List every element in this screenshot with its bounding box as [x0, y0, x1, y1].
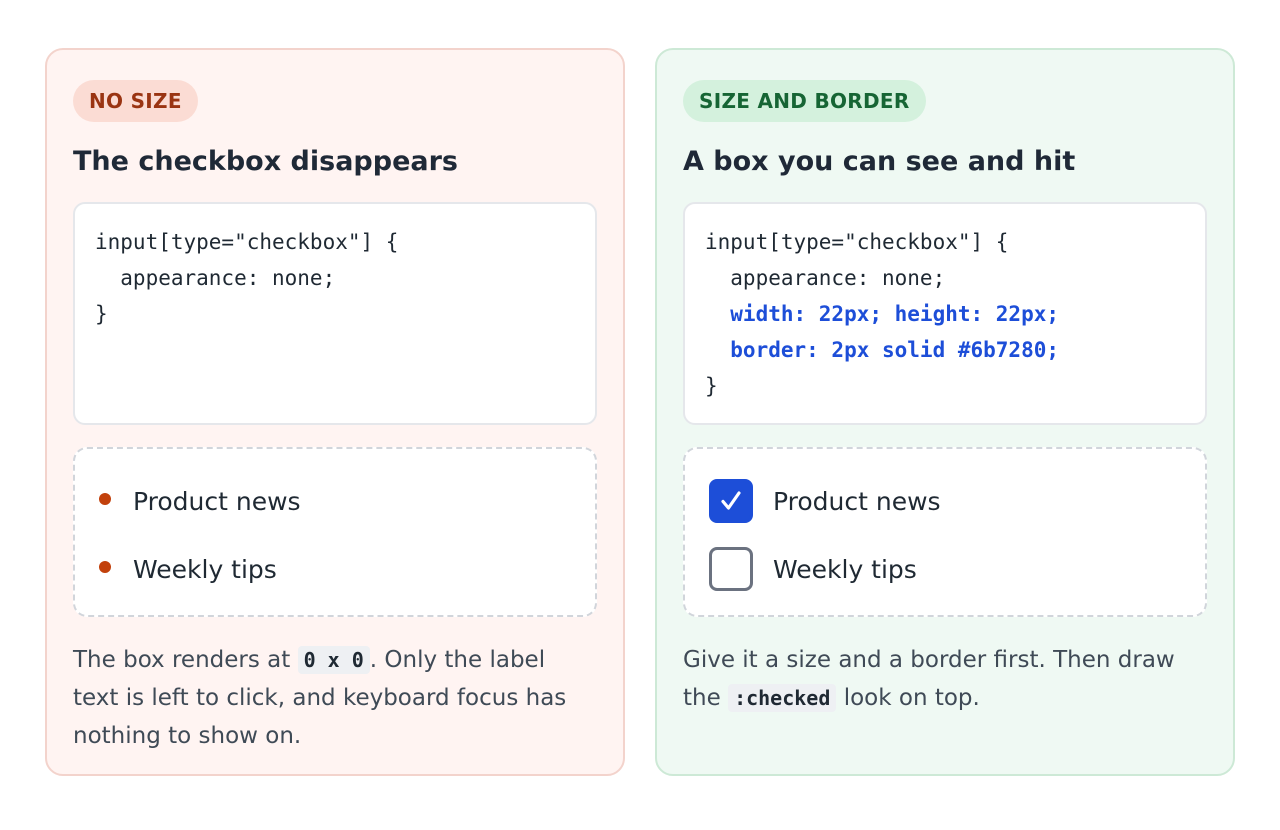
code-line-highlight: width: 22px; height: 22px;	[705, 302, 1060, 326]
code-line: appearance: none;	[95, 266, 336, 290]
checkbox-item[interactable]: Product news	[709, 467, 1205, 535]
note-text: The box renders at	[73, 647, 298, 673]
explanation-text: The box renders at 0 x 0. Only the label…	[73, 641, 597, 755]
item-label[interactable]: Product news	[133, 487, 301, 516]
list-item[interactable]: Weekly tips	[99, 535, 595, 603]
item-label[interactable]: Weekly tips	[773, 555, 917, 584]
code-block: input[type="checkbox"] { appearance: non…	[683, 202, 1207, 425]
size-and-border-badge: SIZE AND BORDER	[683, 80, 926, 122]
code-line: appearance: none;	[705, 266, 946, 290]
no-size-badge: NO SIZE	[73, 80, 198, 122]
bullet-icon	[99, 561, 111, 573]
code-line-highlight: border: 2px solid #6b7280;	[705, 338, 1060, 362]
item-label[interactable]: Weekly tips	[133, 555, 277, 584]
code-line: input[type="checkbox"] {	[95, 230, 399, 254]
no-size-panel: NO SIZE The checkbox disappears input[ty…	[45, 48, 625, 776]
checkbox-unchecked[interactable]	[709, 547, 753, 591]
code-block: input[type="checkbox"] { appearance: non…	[73, 202, 597, 425]
checkbox-item[interactable]: Weekly tips	[709, 535, 1205, 603]
size-and-border-panel: SIZE AND BORDER A box you can see and hi…	[655, 48, 1235, 776]
demo-area: Product news Weekly tips	[683, 447, 1207, 617]
bullet-icon	[99, 493, 111, 505]
code-line: }	[705, 374, 718, 398]
checkmark-icon	[721, 491, 741, 510]
demo-area: Product news Weekly tips	[73, 447, 597, 617]
checkbox-checked[interactable]	[709, 479, 753, 523]
panel-title: A box you can see and hit	[683, 146, 1076, 177]
inline-code: :checked	[728, 684, 837, 712]
explanation-text: Give it a size and a border first. Then …	[683, 641, 1207, 717]
inline-code: 0 x 0	[297, 646, 370, 674]
item-label[interactable]: Product news	[773, 487, 941, 516]
list-item[interactable]: Product news	[99, 467, 595, 535]
code-line: input[type="checkbox"] {	[705, 230, 1009, 254]
panel-title: The checkbox disappears	[73, 146, 458, 177]
code-line: }	[95, 302, 108, 326]
note-text: look on top.	[836, 685, 980, 711]
